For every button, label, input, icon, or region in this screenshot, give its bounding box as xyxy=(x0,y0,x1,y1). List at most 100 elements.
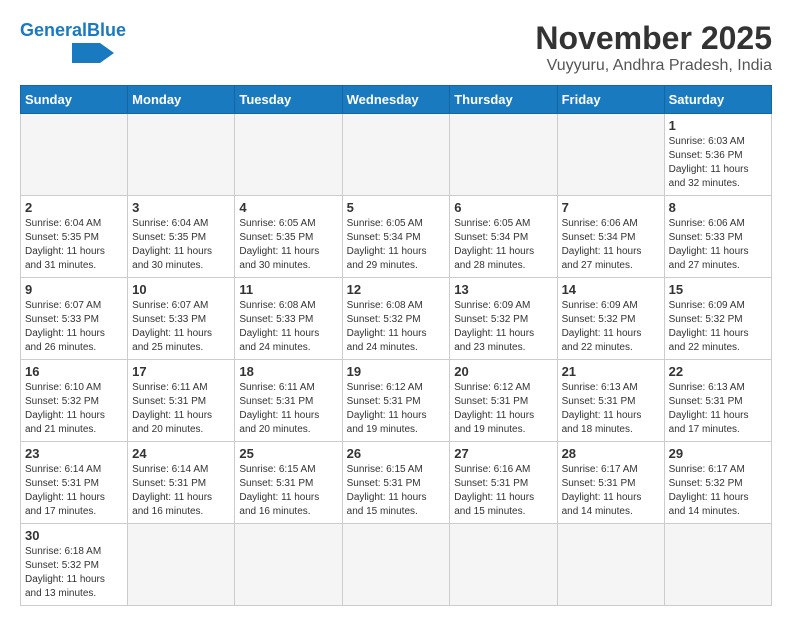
day-info: Sunrise: 6:09 AM Sunset: 5:32 PM Dayligh… xyxy=(669,299,767,355)
calendar-header-saturday: Saturday xyxy=(664,86,771,114)
calendar-cell: 9 Sunrise: 6:07 AM Sunset: 5:33 PM Daylig… xyxy=(21,278,128,360)
day-number: 1 xyxy=(669,118,767,133)
location-title: Vuyyuru, Andhra Pradesh, India xyxy=(535,57,772,75)
calendar-cell xyxy=(664,524,771,606)
calendar-cell: 21 Sunrise: 6:13 AM Sunset: 5:31 PM Dayli… xyxy=(557,360,664,442)
logo-general: General xyxy=(20,20,87,40)
calendar-cell xyxy=(557,114,664,196)
calendar-cell: 11 Sunrise: 6:08 AM Sunset: 5:33 PM Dayli… xyxy=(235,278,342,360)
calendar-cell: 4 Sunrise: 6:05 AM Sunset: 5:35 PM Daylig… xyxy=(235,196,342,278)
day-number: 13 xyxy=(454,282,552,297)
calendar-cell: 25Sunrise: 6:15 AM Sunset: 5:31 PM Dayli… xyxy=(235,442,342,524)
title-block: November 2025 Vuyyuru, Andhra Pradesh, I… xyxy=(535,20,772,75)
day-info: Sunrise: 6:14 AM Sunset: 5:31 PM Dayligh… xyxy=(132,463,230,519)
calendar-cell xyxy=(557,524,664,606)
day-number: 10 xyxy=(132,282,230,297)
day-info: Sunrise: 6:17 AM Sunset: 5:31 PM Dayligh… xyxy=(562,463,660,519)
calendar-header-thursday: Thursday xyxy=(450,86,557,114)
day-number: 29 xyxy=(669,446,767,461)
day-info: Sunrise: 6:05 AM Sunset: 5:35 PM Dayligh… xyxy=(239,217,337,273)
calendar-table: SundayMondayTuesdayWednesdayThursdayFrid… xyxy=(20,85,772,606)
day-info: Sunrise: 6:12 AM Sunset: 5:31 PM Dayligh… xyxy=(454,381,552,437)
calendar-cell: 22Sunrise: 6:13 AM Sunset: 5:31 PM Dayli… xyxy=(664,360,771,442)
calendar-cell xyxy=(21,114,128,196)
day-number: 18 xyxy=(239,364,337,379)
day-number: 27 xyxy=(454,446,552,461)
day-info: Sunrise: 6:07 AM Sunset: 5:33 PM Dayligh… xyxy=(25,299,123,355)
calendar-cell: 23 Sunrise: 6:14 AM Sunset: 5:31 PM Dayli… xyxy=(21,442,128,524)
calendar-week-1: 2Sunrise: 6:04 AM Sunset: 5:35 PM Daylig… xyxy=(21,196,772,278)
day-info: Sunrise: 6:10 AM Sunset: 5:32 PM Dayligh… xyxy=(25,381,123,437)
calendar-cell xyxy=(342,114,450,196)
day-number: 26 xyxy=(347,446,446,461)
month-title: November 2025 xyxy=(535,20,772,57)
day-info: Sunrise: 6:17 AM Sunset: 5:32 PM Dayligh… xyxy=(669,463,767,519)
calendar-cell: 26Sunrise: 6:15 AM Sunset: 5:31 PM Dayli… xyxy=(342,442,450,524)
day-info: Sunrise: 6:11 AM Sunset: 5:31 PM Dayligh… xyxy=(239,381,337,437)
day-info: Sunrise: 6:13 AM Sunset: 5:31 PM Dayligh… xyxy=(562,381,660,437)
calendar-cell xyxy=(450,524,557,606)
calendar-cell xyxy=(450,114,557,196)
day-number: 11 xyxy=(239,282,337,297)
calendar-cell: 19Sunrise: 6:12 AM Sunset: 5:31 PM Dayli… xyxy=(342,360,450,442)
day-number: 6 xyxy=(454,200,552,215)
day-info: Sunrise: 6:05 AM Sunset: 5:34 PM Dayligh… xyxy=(454,217,552,273)
day-info: Sunrise: 6:09 AM Sunset: 5:32 PM Dayligh… xyxy=(562,299,660,355)
calendar-cell: 14 Sunrise: 6:09 AM Sunset: 5:32 PM Dayli… xyxy=(557,278,664,360)
day-number: 30 xyxy=(25,528,123,543)
calendar-cell: 30Sunrise: 6:18 AM Sunset: 5:32 PM Dayli… xyxy=(21,524,128,606)
day-info: Sunrise: 6:03 AM Sunset: 5:36 PM Dayligh… xyxy=(669,135,767,191)
calendar-header-sunday: Sunday xyxy=(21,86,128,114)
day-info: Sunrise: 6:11 AM Sunset: 5:31 PM Dayligh… xyxy=(132,381,230,437)
day-info: Sunrise: 6:05 AM Sunset: 5:34 PM Dayligh… xyxy=(347,217,446,273)
calendar-cell xyxy=(128,524,235,606)
day-info: Sunrise: 6:04 AM Sunset: 5:35 PM Dayligh… xyxy=(25,217,123,273)
logo-blue: Blue xyxy=(87,20,126,40)
calendar-cell: 1 Sunrise: 6:03 AM Sunset: 5:36 PM Daylig… xyxy=(664,114,771,196)
logo-text: GeneralBlue xyxy=(20,20,126,41)
calendar-header-monday: Monday xyxy=(128,86,235,114)
logo-icon xyxy=(72,43,114,63)
day-number: 8 xyxy=(669,200,767,215)
calendar-cell: 5 Sunrise: 6:05 AM Sunset: 5:34 PM Daylig… xyxy=(342,196,450,278)
day-number: 15 xyxy=(669,282,767,297)
calendar-week-0: 1 Sunrise: 6:03 AM Sunset: 5:36 PM Daylig… xyxy=(21,114,772,196)
day-number: 9 xyxy=(25,282,123,297)
day-number: 16 xyxy=(25,364,123,379)
day-number: 4 xyxy=(239,200,337,215)
day-number: 24 xyxy=(132,446,230,461)
day-number: 12 xyxy=(347,282,446,297)
page-header: GeneralBlue November 2025 Vuyyuru, Andhr… xyxy=(20,20,772,75)
day-info: Sunrise: 6:08 AM Sunset: 5:33 PM Dayligh… xyxy=(239,299,337,355)
day-number: 14 xyxy=(562,282,660,297)
calendar-cell: 20 Sunrise: 6:12 AM Sunset: 5:31 PM Dayli… xyxy=(450,360,557,442)
day-info: Sunrise: 6:14 AM Sunset: 5:31 PM Dayligh… xyxy=(25,463,123,519)
calendar-cell: 7 Sunrise: 6:06 AM Sunset: 5:34 PM Daylig… xyxy=(557,196,664,278)
day-info: Sunrise: 6:16 AM Sunset: 5:31 PM Dayligh… xyxy=(454,463,552,519)
day-info: Sunrise: 6:09 AM Sunset: 5:32 PM Dayligh… xyxy=(454,299,552,355)
day-info: Sunrise: 6:12 AM Sunset: 5:31 PM Dayligh… xyxy=(347,381,446,437)
day-number: 20 xyxy=(454,364,552,379)
calendar-cell: 10 Sunrise: 6:07 AM Sunset: 5:33 PM Dayli… xyxy=(128,278,235,360)
calendar-cell xyxy=(342,524,450,606)
calendar-cell: 15 Sunrise: 6:09 AM Sunset: 5:32 PM Dayli… xyxy=(664,278,771,360)
day-number: 7 xyxy=(562,200,660,215)
calendar-cell: 24 Sunrise: 6:14 AM Sunset: 5:31 PM Dayli… xyxy=(128,442,235,524)
calendar-cell xyxy=(235,114,342,196)
calendar-cell: 18 Sunrise: 6:11 AM Sunset: 5:31 PM Dayli… xyxy=(235,360,342,442)
logo: GeneralBlue xyxy=(20,20,126,63)
calendar-cell: 16 Sunrise: 6:10 AM Sunset: 5:32 PM Dayli… xyxy=(21,360,128,442)
day-number: 23 xyxy=(25,446,123,461)
day-number: 17 xyxy=(132,364,230,379)
calendar-cell: 8Sunrise: 6:06 AM Sunset: 5:33 PM Daylig… xyxy=(664,196,771,278)
calendar-header-friday: Friday xyxy=(557,86,664,114)
calendar-week-2: 9 Sunrise: 6:07 AM Sunset: 5:33 PM Daylig… xyxy=(21,278,772,360)
day-info: Sunrise: 6:07 AM Sunset: 5:33 PM Dayligh… xyxy=(132,299,230,355)
day-info: Sunrise: 6:04 AM Sunset: 5:35 PM Dayligh… xyxy=(132,217,230,273)
calendar-cell xyxy=(235,524,342,606)
day-info: Sunrise: 6:06 AM Sunset: 5:34 PM Dayligh… xyxy=(562,217,660,273)
day-number: 25 xyxy=(239,446,337,461)
calendar-cell: 28Sunrise: 6:17 AM Sunset: 5:31 PM Dayli… xyxy=(557,442,664,524)
day-number: 5 xyxy=(347,200,446,215)
day-number: 21 xyxy=(562,364,660,379)
